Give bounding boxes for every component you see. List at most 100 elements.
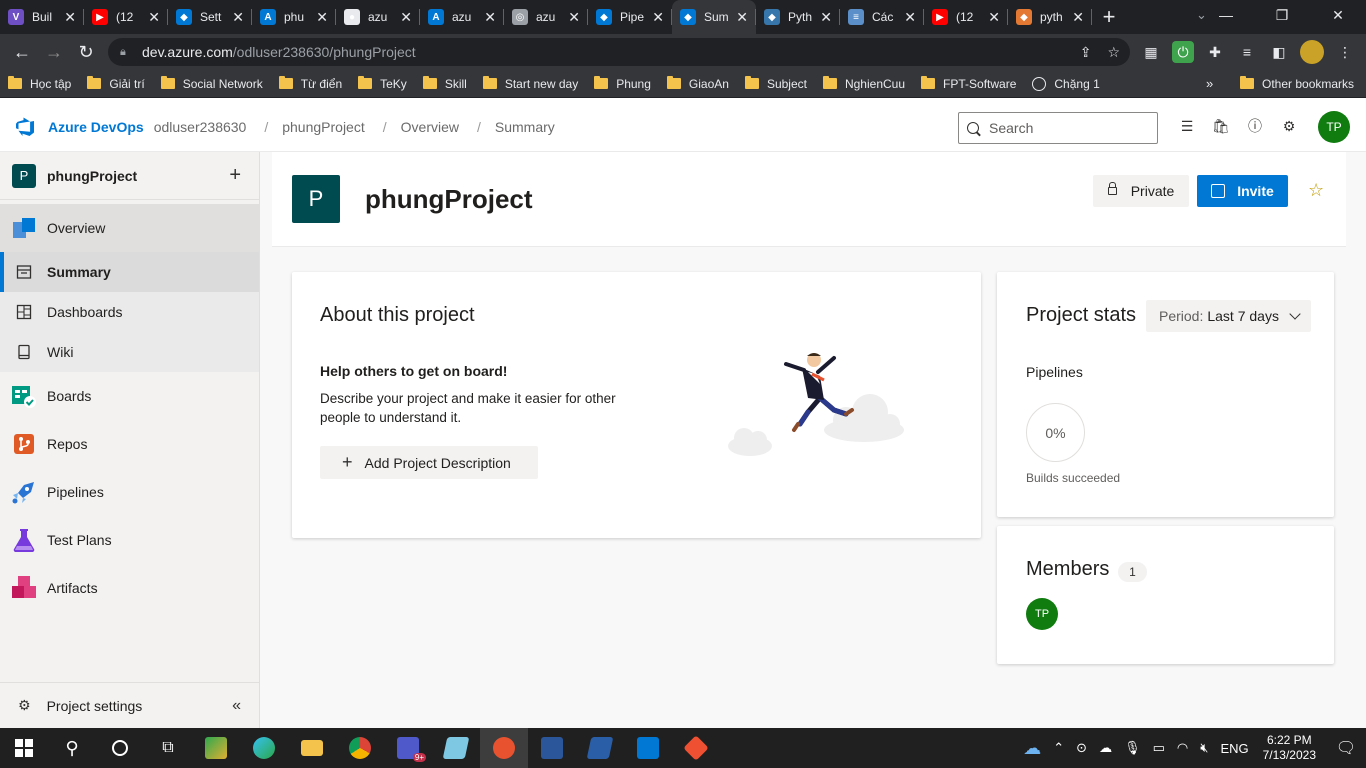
share-icon[interactable]: ⇪ bbox=[1080, 44, 1092, 61]
browser-tab[interactable]: ◆ Pipe ✕ bbox=[588, 0, 672, 34]
media-queue-icon[interactable]: ≡ bbox=[1236, 41, 1258, 63]
bookmark-item[interactable]: Phung bbox=[594, 76, 651, 91]
tab-close-icon[interactable]: ✕ bbox=[400, 9, 412, 26]
period-dropdown[interactable]: Period: Last 7 days bbox=[1146, 300, 1311, 332]
tab-close-icon[interactable]: ✕ bbox=[316, 9, 328, 26]
user-avatar[interactable]: TP bbox=[1318, 111, 1350, 143]
bookmark-item[interactable]: NghienCuu bbox=[822, 76, 905, 91]
teams-icon[interactable]: 9+ bbox=[384, 728, 432, 768]
marketplace-bag-icon[interactable]: 🛍︎ bbox=[1210, 115, 1232, 137]
browser-tab[interactable]: ▶ (12 ✕ bbox=[924, 0, 1008, 34]
bookmark-item[interactable]: Skill bbox=[422, 76, 467, 91]
address-bar[interactable]: 🔒︎ dev.azure.com/odluser238630/phungProj… bbox=[108, 38, 1130, 66]
breadcrumb-summary[interactable]: Summary bbox=[495, 119, 555, 135]
tab-close-icon[interactable]: ✕ bbox=[736, 9, 748, 26]
sidebar-item-repos[interactable]: Repos bbox=[0, 420, 259, 468]
sidebar-item-pipelines[interactable]: Pipelines bbox=[0, 468, 259, 516]
browser-tab[interactable]: ◎ azu ✕ bbox=[504, 0, 588, 34]
bookmark-star-icon[interactable]: ☆ bbox=[1107, 44, 1120, 61]
breadcrumb-overview[interactable]: Overview bbox=[401, 119, 459, 135]
task-view-icon[interactable]: ⧉ bbox=[144, 728, 192, 768]
search-input[interactable] bbox=[989, 120, 1139, 136]
bookmark-item[interactable]: Chặng 1 bbox=[1032, 76, 1100, 91]
sidebar-item-test-plans[interactable]: Test Plans bbox=[0, 516, 259, 564]
cloud-icon[interactable]: ☁ bbox=[1099, 740, 1112, 756]
sidebar-item-overview[interactable]: Overview bbox=[0, 204, 259, 252]
project-settings-link[interactable]: ⚙ Project settings « bbox=[0, 682, 259, 728]
help-icon[interactable]: ⓘ bbox=[1244, 115, 1266, 137]
snip-tool-icon[interactable] bbox=[192, 728, 240, 768]
browser-tab[interactable]: Aphu ✕ bbox=[252, 0, 336, 34]
new-tab-button[interactable]: + bbox=[1092, 0, 1126, 34]
search-box[interactable] bbox=[958, 112, 1158, 144]
git-tool-icon[interactable] bbox=[672, 728, 720, 768]
power-extension-icon[interactable]: ⏻ bbox=[1172, 41, 1194, 63]
onedrive-icon[interactable]: ☁ bbox=[1023, 738, 1041, 759]
breadcrumb-project[interactable]: phungProject bbox=[282, 119, 365, 135]
browser-tab[interactable]: ≡ Các ✕ bbox=[840, 0, 924, 34]
pipelines-label[interactable]: Pipelines bbox=[1026, 364, 1083, 380]
member-avatar[interactable]: TP bbox=[1026, 598, 1058, 630]
edge-icon[interactable] bbox=[240, 728, 288, 768]
tab-close-icon[interactable]: ✕ bbox=[904, 9, 916, 26]
browser-tab[interactable]: ● azu ✕ bbox=[336, 0, 420, 34]
bookmark-item[interactable]: FPT-Software bbox=[921, 76, 1016, 91]
search-icon[interactable]: ⚲ bbox=[48, 728, 96, 768]
sidebar-item-dashboards[interactable]: Dashboards bbox=[0, 292, 259, 332]
word-icon[interactable] bbox=[528, 728, 576, 768]
reload-icon[interactable]: ↻ bbox=[70, 42, 102, 63]
tab-close-icon[interactable]: ✕ bbox=[568, 9, 580, 26]
minimize-icon[interactable]: — bbox=[1198, 0, 1254, 30]
tab-close-icon[interactable]: ✕ bbox=[232, 9, 244, 26]
invite-button[interactable]: Invite bbox=[1197, 175, 1288, 207]
bookmark-item[interactable]: Social Network bbox=[160, 76, 263, 91]
work-items-icon[interactable]: ☰ bbox=[1176, 115, 1198, 137]
browser-tab[interactable]: ◆ pyth ✕ bbox=[1008, 0, 1092, 34]
tab-close-icon[interactable]: ✕ bbox=[988, 9, 1000, 26]
app-name[interactable]: Azure DevOps bbox=[48, 119, 144, 135]
forward-icon[interactable]: → bbox=[38, 42, 70, 63]
bookmark-item[interactable]: Giải trí bbox=[87, 76, 145, 91]
wifi-icon[interactable]: ◠ bbox=[1177, 740, 1188, 756]
extensions-puzzle-icon[interactable]: ✚ bbox=[1204, 41, 1226, 63]
browser-tab[interactable]: ◆ Sett ✕ bbox=[168, 0, 252, 34]
browser-tab[interactable]: ▶ (12 ✕ bbox=[84, 0, 168, 34]
private-button[interactable]: Private bbox=[1093, 175, 1189, 207]
cortana-icon[interactable] bbox=[96, 728, 144, 768]
project-selector[interactable]: P phungProject + bbox=[0, 152, 259, 200]
side-panel-icon[interactable]: ◧ bbox=[1268, 41, 1290, 63]
browser-tab[interactable]: Aazu ✕ bbox=[420, 0, 504, 34]
volume-icon[interactable]: 🔇︎ bbox=[1200, 740, 1208, 756]
notes-app-icon[interactable] bbox=[432, 728, 480, 768]
bookmark-item[interactable]: GiaoAn bbox=[666, 76, 729, 91]
add-project-description-button[interactable]: + Add Project Description bbox=[320, 446, 538, 479]
bookmark-item[interactable]: Subject bbox=[744, 76, 807, 91]
favorite-star-icon[interactable]: ☆ bbox=[1308, 180, 1324, 201]
tab-close-icon[interactable]: ✕ bbox=[1072, 9, 1084, 26]
tab-close-icon[interactable]: ✕ bbox=[64, 9, 76, 26]
camera-icon[interactable]: ⊙ bbox=[1076, 740, 1087, 756]
bookmark-item[interactable]: TeKy bbox=[358, 76, 407, 91]
notifications-icon[interactable]: 🗨︎ bbox=[1326, 738, 1366, 758]
profile-avatar[interactable] bbox=[1300, 40, 1324, 64]
battery-icon[interactable]: ▭ bbox=[1153, 740, 1165, 756]
bookmarks-overflow-icon[interactable]: » bbox=[1206, 76, 1213, 91]
sidebar-item-summary[interactable]: Summary bbox=[0, 252, 259, 292]
tab-close-icon[interactable]: ✕ bbox=[652, 9, 664, 26]
tab-close-icon[interactable]: ✕ bbox=[484, 9, 496, 26]
start-button[interactable] bbox=[0, 728, 48, 768]
file-explorer-icon[interactable] bbox=[288, 728, 336, 768]
sidebar-item-artifacts[interactable]: Artifacts bbox=[0, 564, 259, 612]
language-indicator[interactable]: ENG bbox=[1220, 741, 1248, 756]
bookmark-item[interactable]: Từ điển bbox=[278, 76, 342, 91]
collapse-sidebar-icon[interactable]: « bbox=[232, 697, 241, 715]
user-settings-icon[interactable]: ⚙ bbox=[1278, 115, 1300, 137]
builds-succeeded-ring[interactable]: 0% bbox=[1026, 403, 1085, 462]
vscode-icon[interactable] bbox=[624, 728, 672, 768]
close-window-icon[interactable]: ✕ bbox=[1310, 0, 1366, 30]
sidebar-item-wiki[interactable]: Wiki bbox=[0, 332, 259, 372]
chrome-icon[interactable] bbox=[336, 728, 384, 768]
bookmark-item[interactable]: Học tập bbox=[8, 76, 71, 91]
project-name[interactable]: phungProject bbox=[47, 168, 137, 184]
qr-extension-icon[interactable]: ▦ bbox=[1140, 41, 1162, 63]
